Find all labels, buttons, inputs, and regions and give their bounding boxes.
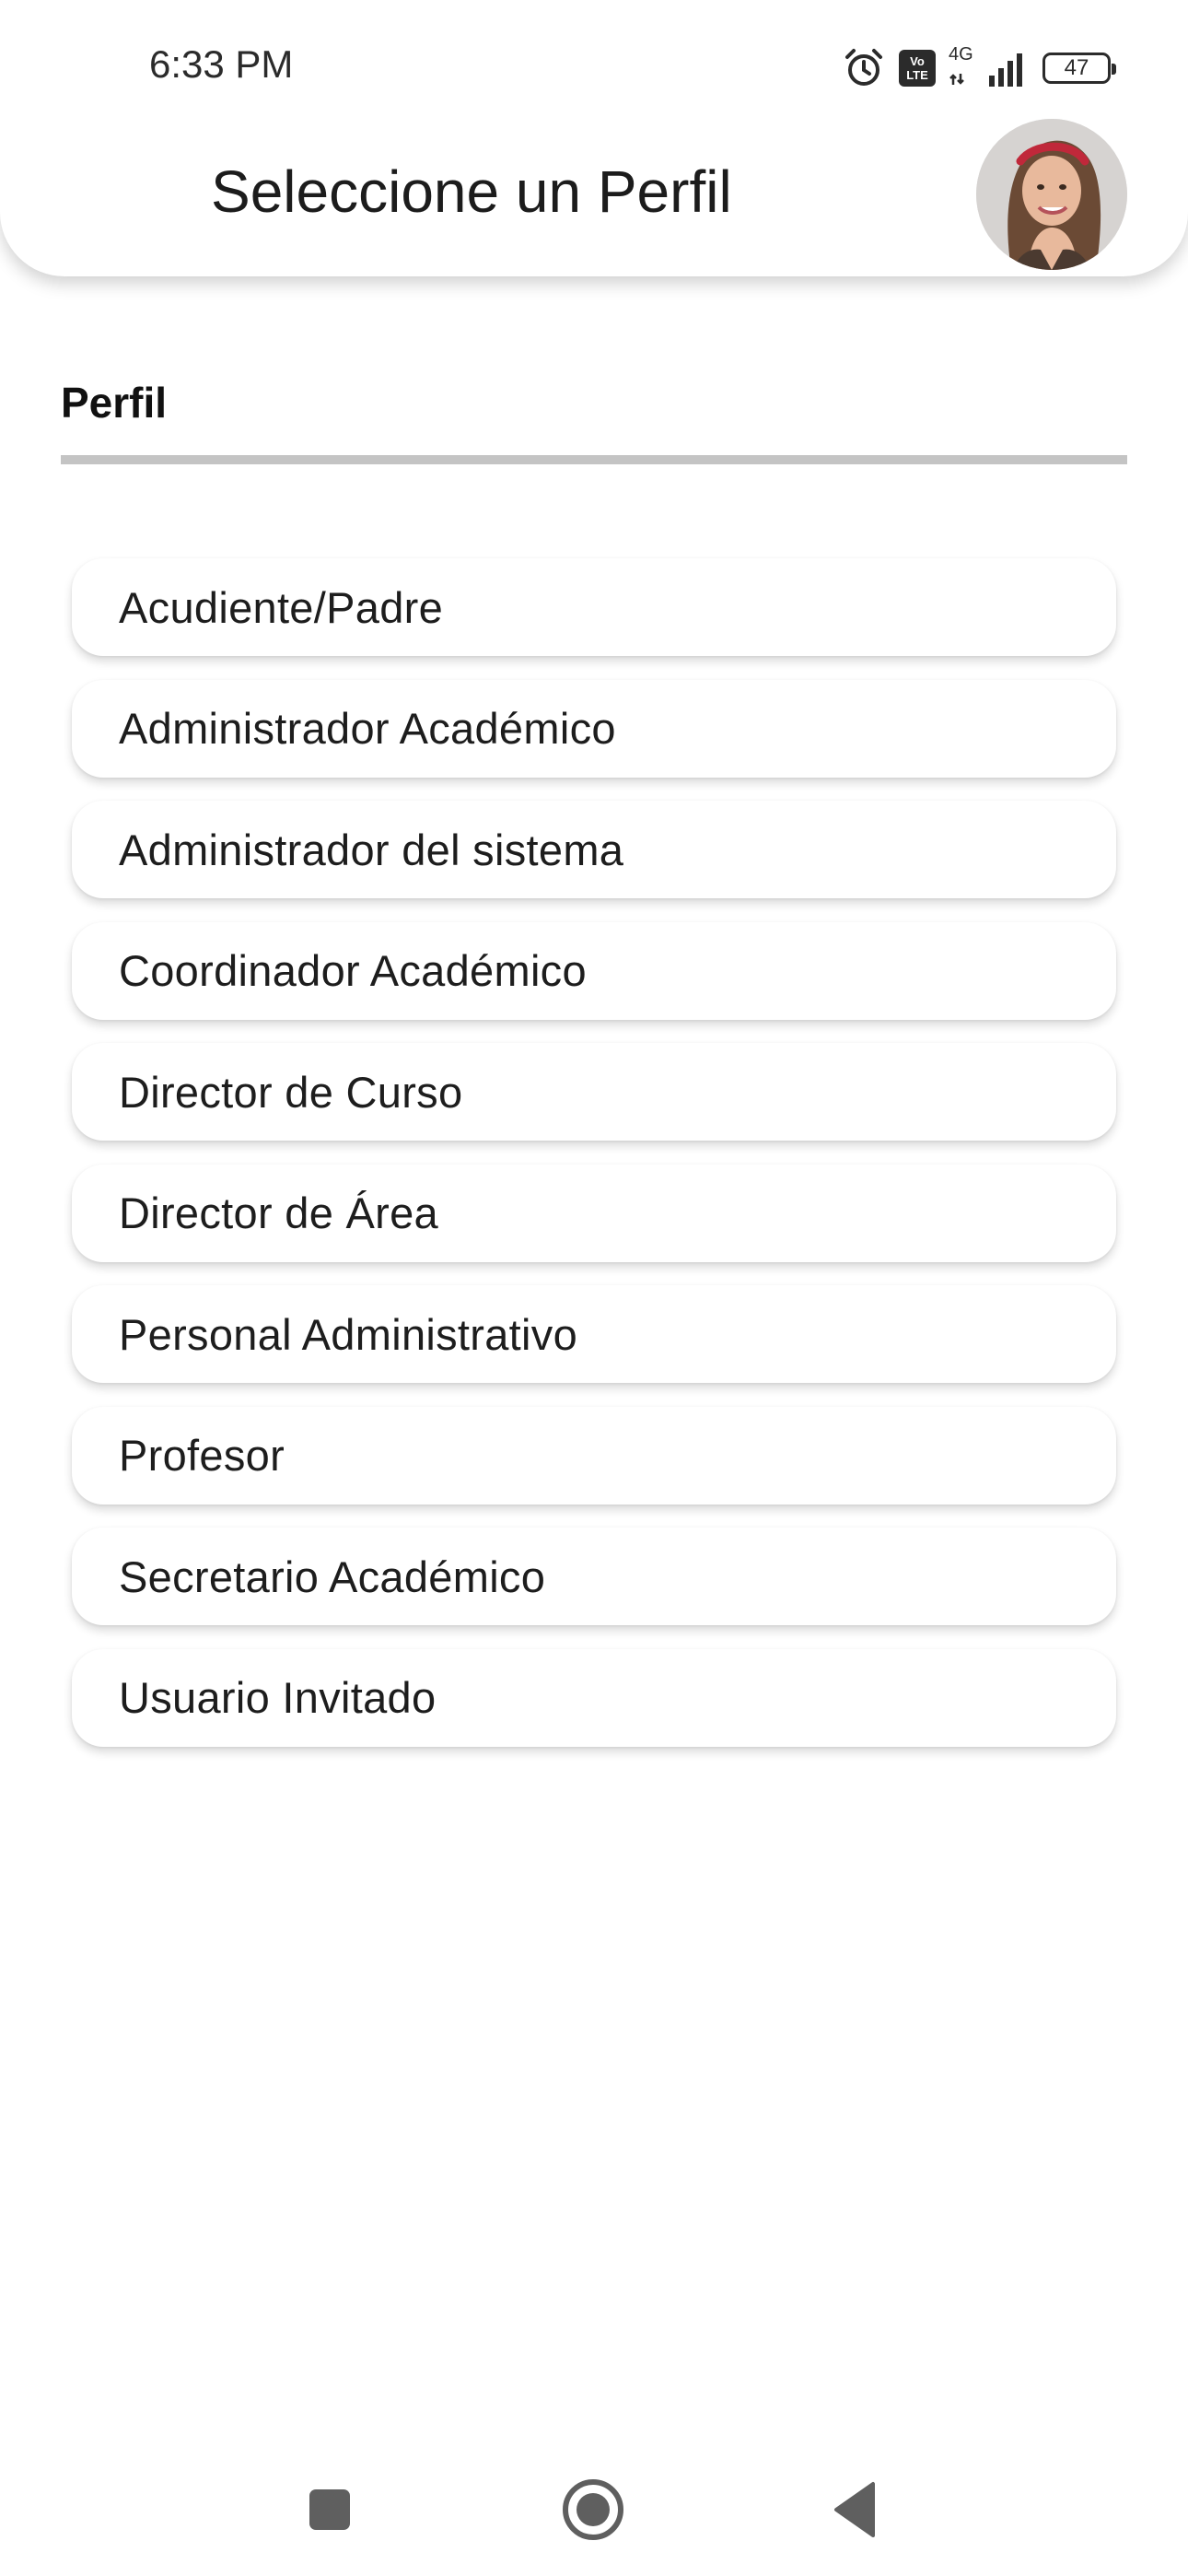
profile-item-director-de-curso[interactable]: Director de Curso (72, 1043, 1116, 1141)
alarm-icon (842, 46, 886, 90)
avatar[interactable] (976, 119, 1127, 270)
section-label-perfil: Perfil (61, 379, 168, 427)
profile-item-administrador-del-sistema[interactable]: Administrador del sistema (72, 801, 1116, 898)
user-avatar-image (976, 119, 1127, 270)
profile-item-label: Administrador del sistema (119, 825, 624, 874)
profile-item-acudiente-padre[interactable]: Acudiente/Padre (72, 558, 1116, 656)
app-header: 6:33 PM Vo LTE 4G 47 Seleccione un Perfi… (0, 0, 1188, 276)
profile-item-personal-administrativo[interactable]: Personal Administrativo (72, 1285, 1116, 1383)
profile-item-usuario-invitado[interactable]: Usuario Invitado (72, 1648, 1116, 1747)
volte-icon: Vo LTE (899, 50, 936, 87)
profile-item-label: Secretario Académico (119, 1551, 546, 1601)
circle-home-icon (563, 2479, 623, 2540)
profile-item-label: Acudiente/Padre (119, 582, 444, 632)
page-title: Seleccione un Perfil (211, 158, 732, 225)
back-button[interactable] (820, 2473, 893, 2547)
recents-button[interactable] (293, 2473, 367, 2547)
triangle-back-icon (834, 2482, 875, 2537)
profile-item-label: Coordinador Académico (119, 946, 587, 995)
system-navigation-bar (0, 2425, 1188, 2576)
volte-line2: LTE (906, 68, 928, 82)
square-icon (309, 2489, 350, 2530)
network-type-icon: 4G (949, 44, 976, 88)
profile-item-administrador-academico[interactable]: Administrador Académico (72, 679, 1116, 778)
profile-item-profesor[interactable]: Profesor (72, 1406, 1116, 1505)
profile-item-label: Director de Curso (119, 1067, 463, 1117)
profile-item-label: Director de Área (119, 1188, 438, 1237)
profile-item-director-de-area[interactable]: Director de Área (72, 1164, 1116, 1262)
battery-level: 47 (1064, 55, 1089, 80)
profile-item-label: Profesor (119, 1431, 285, 1480)
profile-list: Acudiente/Padre Administrador Académico … (72, 558, 1116, 1770)
section-divider (61, 455, 1127, 464)
profile-item-secretario-academico[interactable]: Secretario Académico (72, 1528, 1116, 1625)
status-time: 6:33 PM (149, 42, 294, 86)
profile-item-coordinador-academico[interactable]: Coordinador Académico (72, 921, 1116, 1020)
profile-item-label: Personal Administrativo (119, 1309, 578, 1359)
status-icons: Vo LTE 4G 47 (842, 42, 1116, 94)
home-button[interactable] (556, 2473, 630, 2547)
signal-strength-icon (989, 50, 1030, 87)
volte-line1: Vo (910, 54, 925, 68)
profile-item-label: Usuario Invitado (119, 1673, 437, 1722)
battery-icon: 47 (1042, 53, 1116, 84)
profile-item-label: Administrador Académico (119, 704, 616, 753)
